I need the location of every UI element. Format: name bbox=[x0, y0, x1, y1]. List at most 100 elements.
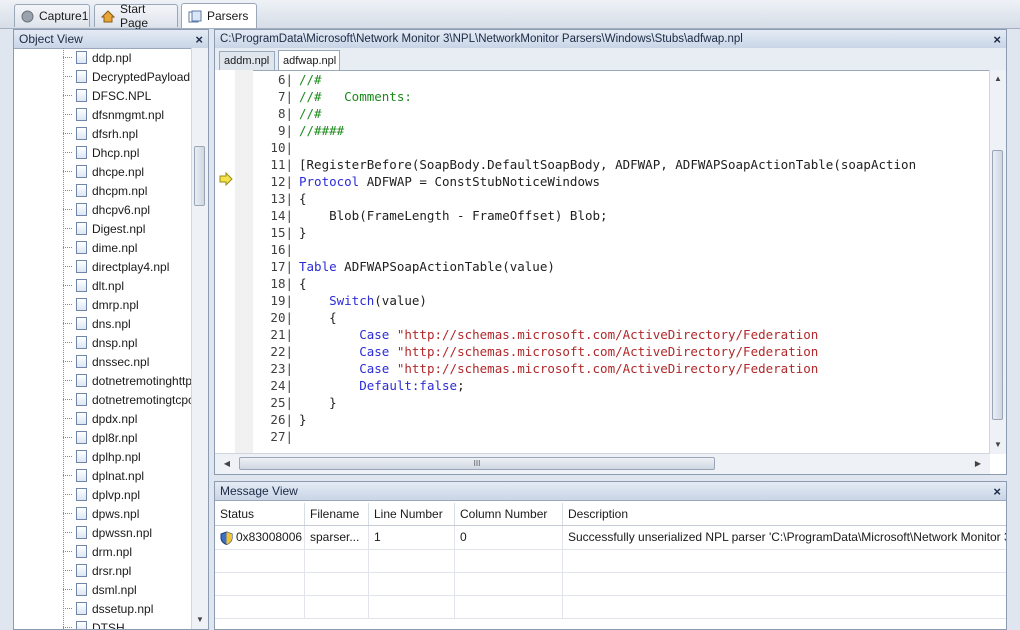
list-item[interactable]: dpl8r.npl bbox=[14, 428, 192, 447]
tree-connector bbox=[63, 532, 72, 533]
tree-connector bbox=[63, 114, 72, 115]
list-item-label: drsr.npl bbox=[92, 563, 132, 578]
code-line[interactable]: 13| { bbox=[235, 190, 307, 207]
column-header-column-number[interactable]: Column Number bbox=[455, 503, 563, 525]
scroll-down-icon[interactable]: ▼ bbox=[990, 438, 1006, 452]
list-item[interactable]: dssetup.npl bbox=[14, 599, 192, 618]
code-line[interactable]: 18| { bbox=[235, 275, 306, 292]
file-icon bbox=[76, 526, 87, 539]
list-item-label: Digest.npl bbox=[92, 221, 146, 236]
list-item[interactable]: dotnetremotingtcpc bbox=[14, 390, 192, 409]
list-item[interactable]: dotnetremotinghttp bbox=[14, 371, 192, 390]
code-line[interactable]: 16| bbox=[235, 241, 299, 258]
scroll-down-icon[interactable]: ▼ bbox=[192, 613, 208, 627]
file-icon bbox=[76, 203, 87, 216]
file-icon bbox=[76, 146, 87, 159]
code-line[interactable]: 12| Protocol ADFWAP = ConstStubNoticeWind… bbox=[235, 173, 600, 190]
list-item[interactable]: DecryptedPayloadH bbox=[14, 67, 192, 86]
scroll-left-icon[interactable]: ◀ bbox=[219, 457, 235, 471]
code-line[interactable]: 10| bbox=[235, 139, 299, 156]
list-item[interactable]: dfsrh.npl bbox=[14, 124, 192, 143]
tree-connector bbox=[63, 475, 72, 476]
code-text: //# bbox=[299, 106, 322, 121]
code-line[interactable]: 7| //# Comments: bbox=[235, 88, 412, 105]
list-item-label: DFSC.NPL bbox=[92, 88, 152, 103]
list-item[interactable]: dsml.npl bbox=[14, 580, 192, 599]
editor-close-icon[interactable]: × bbox=[993, 32, 1001, 47]
message-view-close-icon[interactable]: × bbox=[993, 484, 1001, 499]
code-line[interactable]: 19| Switch(value) bbox=[235, 292, 427, 309]
scroll-up-icon[interactable]: ▲ bbox=[990, 72, 1006, 86]
code-line[interactable]: 8| //# bbox=[235, 105, 322, 122]
code-text: { bbox=[299, 191, 307, 206]
tab-adfwap-npl[interactable]: adfwap.npl bbox=[278, 50, 340, 70]
code-line[interactable]: 26|} bbox=[235, 411, 306, 428]
code-line[interactable]: 15|} bbox=[235, 224, 306, 241]
code-line[interactable]: 14| Blob(FrameLength - FrameOffset) Blob… bbox=[235, 207, 607, 224]
list-item[interactable]: dplhp.npl bbox=[14, 447, 192, 466]
list-item[interactable]: drm.npl bbox=[14, 542, 192, 561]
editor-horizontal-scrollbar[interactable]: ◀ III ▶ bbox=[215, 453, 990, 474]
list-item[interactable]: directplay4.npl bbox=[14, 257, 192, 276]
code-line[interactable]: 9| //#### bbox=[235, 122, 344, 139]
column-header-filename[interactable]: Filename bbox=[305, 503, 369, 525]
tree-connector bbox=[63, 228, 72, 229]
list-item[interactable]: dfsnmgmt.npl bbox=[14, 105, 192, 124]
code-line[interactable]: 25| } bbox=[235, 394, 336, 411]
code-line[interactable]: 24| Default:false; bbox=[235, 377, 464, 394]
code-line[interactable]: 6| //# bbox=[235, 71, 322, 88]
object-view-scroll-thumb[interactable] bbox=[194, 146, 205, 206]
code-line[interactable]: 23| Case "http://schemas.microsoft.com/A… bbox=[235, 360, 818, 377]
editor-vscroll-thumb[interactable] bbox=[992, 150, 1003, 420]
list-item[interactable]: dpdx.npl bbox=[14, 409, 192, 428]
list-item[interactable]: Digest.npl bbox=[14, 219, 192, 238]
list-item[interactable]: dnsp.npl bbox=[14, 333, 192, 352]
list-item[interactable]: dhcpe.npl bbox=[14, 162, 192, 181]
list-item[interactable]: dpws.npl bbox=[14, 504, 192, 523]
list-item[interactable]: Dhcp.npl bbox=[14, 143, 192, 162]
tab-parsers[interactable]: Parsers bbox=[181, 3, 257, 28]
list-item[interactable]: ddp.npl bbox=[14, 48, 192, 67]
object-view-close-icon[interactable]: × bbox=[195, 32, 203, 47]
scroll-right-icon[interactable]: ▶ bbox=[970, 457, 986, 471]
code-line[interactable]: 20| { bbox=[235, 309, 336, 326]
object-view-title: Object View bbox=[19, 32, 83, 46]
list-item[interactable]: dpwssn.npl bbox=[14, 523, 192, 542]
breakpoint-gutter[interactable] bbox=[215, 70, 235, 454]
column-header-line-number[interactable]: Line Number bbox=[369, 503, 455, 525]
list-item[interactable]: dime.npl bbox=[14, 238, 192, 257]
list-item[interactable]: dlt.npl bbox=[14, 276, 192, 295]
tab-start-page[interactable]: Start Page bbox=[94, 2, 178, 30]
editor-hscroll-thumb[interactable]: III bbox=[239, 457, 715, 470]
code-line[interactable]: 27| bbox=[235, 428, 299, 445]
file-icon bbox=[76, 374, 87, 387]
code-line[interactable]: 22| Case "http://schemas.microsoft.com/A… bbox=[235, 343, 818, 360]
list-item[interactable]: DTSH... bbox=[14, 618, 192, 629]
table-row[interactable]: 0x83008006 sparser... 1 0 Successfully u… bbox=[215, 526, 1006, 550]
list-item[interactable]: dplnat.npl bbox=[14, 466, 192, 485]
tree-connector bbox=[63, 456, 72, 457]
column-header-status[interactable]: Status bbox=[215, 503, 305, 525]
editor-vertical-scrollbar[interactable]: ▲ ▼ bbox=[989, 70, 1006, 454]
file-icon bbox=[76, 89, 87, 102]
code-line[interactable]: 17| Table ADFWAPSoapActionTable(value) bbox=[235, 258, 554, 275]
code-line[interactable]: 11| [RegisterBefore(SoapBody.DefaultSoapB… bbox=[235, 156, 916, 173]
code-line[interactable]: 21| Case "http://schemas.microsoft.com/A… bbox=[235, 326, 818, 343]
list-item[interactable]: dplvp.npl bbox=[14, 485, 192, 504]
list-item[interactable]: dnssec.npl bbox=[14, 352, 192, 371]
tab-addm-npl[interactable]: addm.npl bbox=[219, 51, 275, 70]
tree-connector bbox=[63, 399, 72, 400]
column-header-description[interactable]: Description bbox=[563, 503, 1006, 525]
code-text: Switch(value) bbox=[329, 293, 427, 308]
list-item[interactable]: drsr.npl bbox=[14, 561, 192, 580]
list-item[interactable]: DFSC.NPL bbox=[14, 86, 192, 105]
file-icon bbox=[76, 222, 87, 235]
object-view-scrollbar[interactable]: ▼ bbox=[191, 48, 208, 629]
list-item[interactable]: dmrp.npl bbox=[14, 295, 192, 314]
list-item[interactable]: dns.npl bbox=[14, 314, 192, 333]
file-icon bbox=[76, 317, 87, 330]
list-item[interactable]: dhcpv6.npl bbox=[14, 200, 192, 219]
code-editor[interactable]: 6| //# 7| //# Comments: 8| //# 9| //#### 10| 11| [… bbox=[215, 70, 990, 454]
tab-capture1[interactable]: Capture1 bbox=[14, 4, 90, 27]
list-item[interactable]: dhcpm.npl bbox=[14, 181, 192, 200]
